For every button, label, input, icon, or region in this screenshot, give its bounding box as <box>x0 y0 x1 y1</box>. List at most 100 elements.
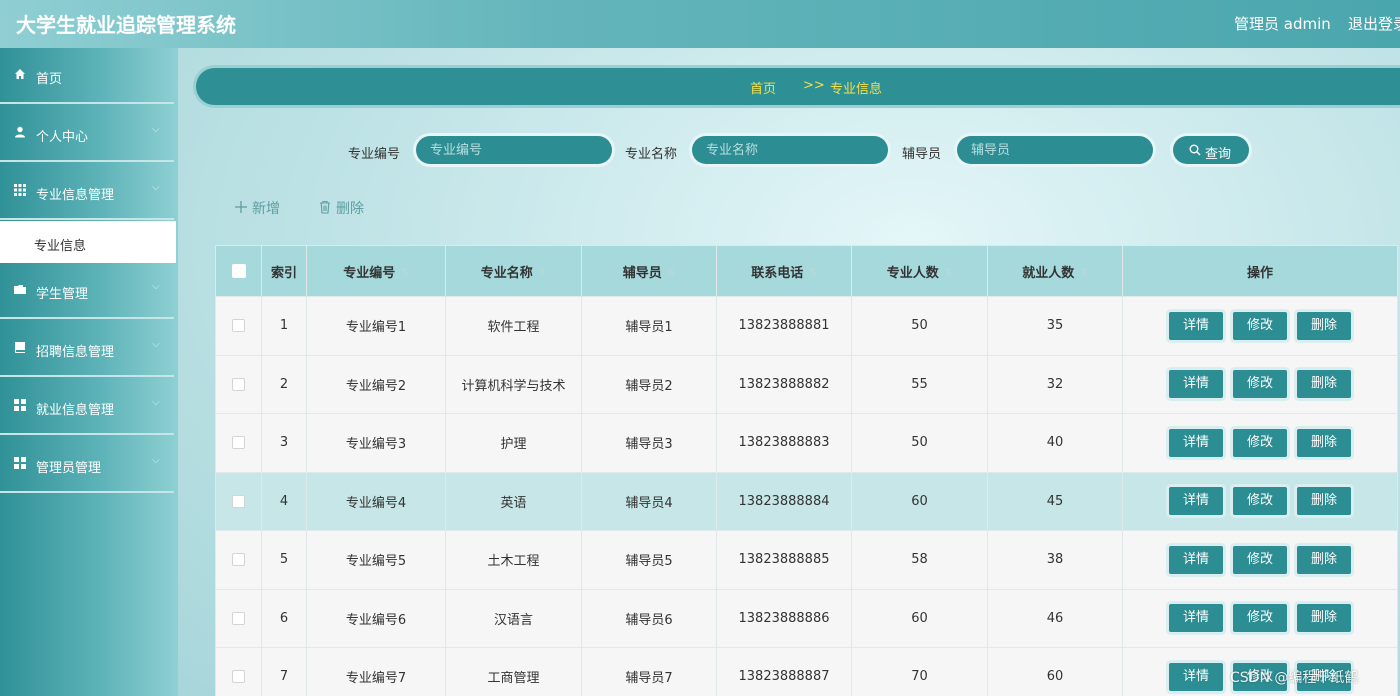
row-checkbox[interactable] <box>232 670 245 684</box>
sidebar-item-student-management[interactable]: 学生管理 ⌵ <box>0 263 174 319</box>
breadcrumb-home-link[interactable]: 首页 <box>750 78 776 97</box>
detail-button[interactable]: 详情 <box>1169 428 1223 457</box>
sidebar-item-label: 就业信息管理 <box>36 403 115 418</box>
sidebar-item-label: 个人中心 <box>36 130 89 145</box>
index-cell: 5 <box>261 530 307 590</box>
index-cell: 3 <box>261 413 307 473</box>
logout-link[interactable]: 退出登录 <box>1348 13 1400 34</box>
home-icon <box>15 69 25 79</box>
sidebar-item-home[interactable]: 首页 <box>0 48 174 104</box>
detail-button[interactable]: 详情 <box>1169 311 1223 340</box>
detail-button[interactable]: 详情 <box>1169 370 1223 399</box>
chevron-down-icon: ⌵ <box>152 397 160 408</box>
sort-icon: ⇅ <box>401 268 409 278</box>
apps-icon <box>14 399 26 411</box>
plus-icon <box>235 201 247 213</box>
sidebar-item-personal-center[interactable]: 个人中心 ⌵ <box>0 106 174 162</box>
detail-button[interactable]: 详情 <box>1169 604 1223 633</box>
major-code-cell: 专业编号5 <box>306 530 446 590</box>
table-row[interactable]: 4 专业编号4 英语 辅导员4 13823888884 60 45 详情 修改 删除 <box>215 471 1398 531</box>
table-header-row: 索引 专业编号 ⇅ 专业名称 ⇅ 辅导员 ⇅ 联系电话 ⇅ 专业人数 ⇅ 就业人数 ⇅ 操作 <box>215 245 1398 297</box>
apps-icon <box>14 457 26 469</box>
edit-button[interactable]: 修改 <box>1233 545 1287 574</box>
column-header-phone[interactable]: 联系电话 ⇅ <box>716 245 852 297</box>
sidebar-item-label: 管理员管理 <box>36 461 102 476</box>
edit-button[interactable]: 修改 <box>1233 428 1287 457</box>
book-icon <box>14 342 25 353</box>
counselor-input[interactable] <box>957 136 1153 164</box>
column-header-label: 专业名称 <box>480 265 533 281</box>
edit-button[interactable]: 修改 <box>1233 487 1287 516</box>
table-row[interactable]: 5 专业编号5 土木工程 辅导员5 13823888885 58 38 详情 修改 删除 <box>215 530 1398 590</box>
counselor-cell: 辅导员2 <box>581 354 717 414</box>
batch-delete-button-label: 删除 <box>336 201 364 217</box>
edit-button[interactable]: 修改 <box>1233 311 1287 340</box>
breadcrumb-current: 专业信息 <box>830 82 883 97</box>
major-code-cell: 专业编号2 <box>306 354 446 414</box>
chevron-down-icon: ⌵ <box>152 281 160 292</box>
select-all-checkbox[interactable] <box>231 264 246 278</box>
phone-cell: 13823888881 <box>716 296 852 356</box>
sidebar-item-recruitment-management[interactable]: 招聘信息管理 ⌵ <box>0 321 174 377</box>
column-header-label: 专业人数 <box>886 265 939 281</box>
add-button-label: 新增 <box>252 201 280 217</box>
delete-button[interactable]: 删除 <box>1297 370 1351 399</box>
breadcrumb: 首页 >> 专业信息 <box>196 68 1400 105</box>
major-code-cell: 专业编号7 <box>306 647 446 696</box>
grid-icon <box>14 184 26 196</box>
delete-button[interactable]: 删除 <box>1297 545 1351 574</box>
column-header-major-count[interactable]: 专业人数 ⇅ <box>851 245 988 297</box>
search-button[interactable]: 查询 <box>1173 136 1249 164</box>
sidebar-item-employment-management[interactable]: 就业信息管理 ⌵ <box>0 379 174 435</box>
row-select-cell <box>215 588 262 648</box>
sidebar-item-major-info-management[interactable]: 专业信息管理 ⌵ <box>0 164 174 220</box>
detail-button[interactable]: 详情 <box>1169 487 1223 516</box>
index-cell: 1 <box>261 296 307 356</box>
sort-icon: ⇅ <box>538 268 547 278</box>
edit-button[interactable]: 修改 <box>1233 370 1287 399</box>
sidebar-subitem-major-info[interactable]: 专业信息 <box>0 221 176 263</box>
row-checkbox[interactable] <box>232 377 245 391</box>
table-row[interactable]: 3 专业编号3 护理 辅导员3 13823888883 50 40 详情 修改 删除 <box>215 413 1398 473</box>
major-name-input[interactable] <box>692 136 888 164</box>
column-header-counselor[interactable]: 辅导员 ⇅ <box>581 245 717 297</box>
counselor-cell: 辅导员5 <box>581 530 717 590</box>
phone-cell: 13823888886 <box>716 588 852 648</box>
row-select-cell <box>215 296 262 356</box>
sort-icon: ⇅ <box>809 268 817 278</box>
detail-button[interactable]: 详情 <box>1169 662 1223 691</box>
major-count-cell: 50 <box>851 296 988 356</box>
detail-button[interactable]: 详情 <box>1169 545 1223 574</box>
delete-button[interactable]: 删除 <box>1297 487 1351 516</box>
app-title: 大学生就业追踪管理系统 <box>16 13 236 37</box>
major-count-cell: 55 <box>851 354 988 414</box>
major-name-label: 专业名称 <box>625 147 678 162</box>
edit-button[interactable]: 修改 <box>1233 604 1287 633</box>
table-row[interactable]: 1 专业编号1 软件工程 辅导员1 13823888881 50 35 详情 修改 删除 <box>215 296 1398 356</box>
delete-button[interactable]: 删除 <box>1297 311 1351 340</box>
employed-count-cell: 35 <box>987 296 1123 356</box>
row-select-cell <box>215 647 262 696</box>
row-actions-cell: 详情 修改 删除 <box>1122 296 1398 356</box>
column-header-major-name[interactable]: 专业名称 ⇅ <box>445 245 582 297</box>
row-checkbox[interactable] <box>232 494 245 508</box>
major-name-cell: 汉语言 <box>445 588 582 648</box>
row-checkbox[interactable] <box>232 553 245 567</box>
row-checkbox[interactable] <box>232 436 245 450</box>
major-name-cell: 计算机科学与技术 <box>445 354 582 414</box>
delete-button[interactable]: 删除 <box>1297 604 1351 633</box>
sidebar-item-label: 专业信息管理 <box>36 188 115 203</box>
column-header-employed-count[interactable]: 就业人数 ⇅ <box>987 245 1123 297</box>
major-code-cell: 专业编号4 <box>306 471 446 531</box>
row-select-cell <box>215 413 262 473</box>
major-code-input[interactable] <box>416 136 612 164</box>
row-checkbox[interactable] <box>232 611 245 625</box>
table-row[interactable]: 7 专业编号7 工商管理 辅导员7 13823888887 70 60 详情 修改 删除 <box>215 647 1398 696</box>
row-checkbox[interactable] <box>232 319 245 333</box>
column-header-major-code[interactable]: 专业编号 ⇅ <box>306 245 446 297</box>
table-row[interactable]: 2 专业编号2 计算机科学与技术 辅导员2 13823888882 55 32 详情 修改 删除 <box>215 354 1398 414</box>
sidebar-item-admin-management[interactable]: 管理员管理 ⌵ <box>0 437 174 493</box>
major-table: 索引 专业编号 ⇅ 专业名称 ⇅ 辅导员 ⇅ 联系电话 ⇅ 专业人数 ⇅ 就业人数 ⇅ 操作… <box>215 245 1398 696</box>
delete-button[interactable]: 删除 <box>1297 428 1351 457</box>
table-row[interactable]: 6 专业编号6 汉语言 辅导员6 13823888886 60 46 详情 修改 删除 <box>215 588 1398 648</box>
